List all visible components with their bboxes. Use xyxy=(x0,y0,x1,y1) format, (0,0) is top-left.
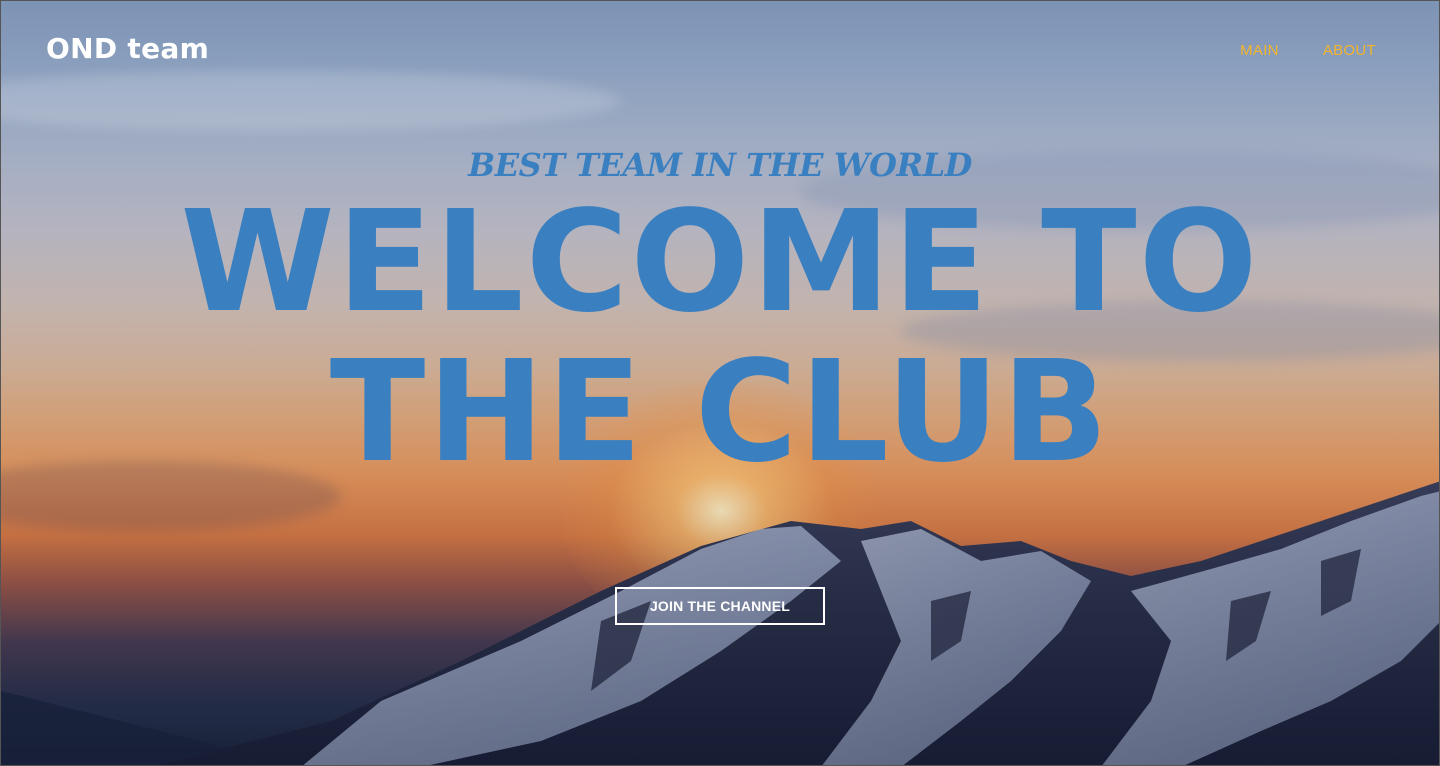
site-header: OND team MAIN ABOUT xyxy=(0,0,1440,100)
main-nav: MAIN ABOUT xyxy=(1240,42,1376,59)
nav-link-about[interactable]: ABOUT xyxy=(1323,42,1376,59)
join-channel-button[interactable]: JOIN THE CHANNEL xyxy=(615,587,825,625)
headline-line-1: WELCOME TO xyxy=(180,181,1260,344)
hero-headline: WELCOME TO THE CLUB xyxy=(0,188,1440,488)
brand-logo-text[interactable]: OND team xyxy=(46,32,209,65)
hero-tagline: BEST TEAM IN THE WORLD xyxy=(468,146,972,184)
headline-line-2: THE CLUB xyxy=(329,331,1111,494)
nav-link-main[interactable]: MAIN xyxy=(1240,42,1279,59)
